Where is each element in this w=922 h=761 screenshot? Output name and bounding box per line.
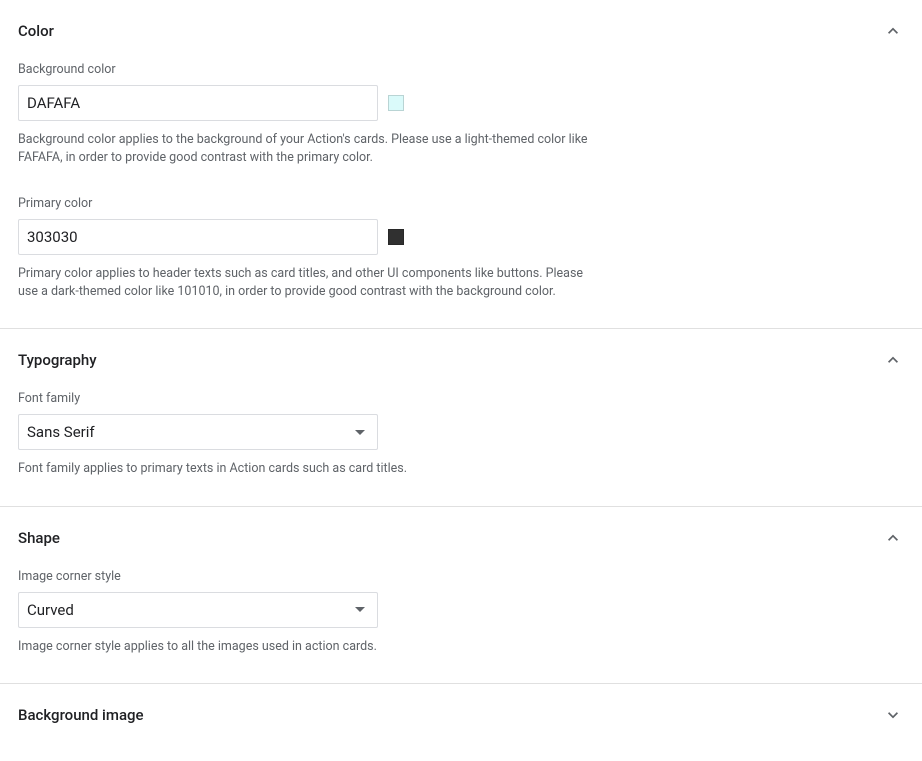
section-background-image: Background image xyxy=(0,684,922,744)
corner-style-value: Curved xyxy=(27,601,74,619)
helper-font-family: Font family applies to primary texts in … xyxy=(18,460,593,478)
helper-primary-color: Primary color applies to header texts su… xyxy=(18,265,593,300)
primary-color-input[interactable] xyxy=(18,219,378,255)
corner-style-select[interactable]: Curved xyxy=(18,592,378,628)
section-typography: Typography Font family Sans Serif Font f… xyxy=(0,329,922,507)
helper-background-color: Background color applies to the backgrou… xyxy=(18,131,593,166)
caret-down-icon xyxy=(355,430,365,435)
font-family-select[interactable]: Sans Serif xyxy=(18,414,378,450)
field-background-color: Background color Background color applie… xyxy=(18,62,904,166)
field-corner-style: Image corner style Curved Image corner s… xyxy=(18,569,904,656)
label-background-color: Background color xyxy=(18,62,904,77)
label-font-family: Font family xyxy=(18,391,904,406)
section-header-background-image[interactable]: Background image xyxy=(18,704,904,726)
label-corner-style: Image corner style xyxy=(18,569,904,584)
primary-color-swatch[interactable] xyxy=(388,229,404,245)
section-title-color: Color xyxy=(18,22,54,40)
section-header-typography[interactable]: Typography xyxy=(18,349,904,371)
field-primary-color: Primary color Primary color applies to h… xyxy=(18,196,904,300)
section-shape: Shape Image corner style Curved Image co… xyxy=(0,507,922,685)
section-color: Color Background color Background color … xyxy=(0,0,922,329)
chevron-down-icon xyxy=(882,704,904,726)
section-title-background-image: Background image xyxy=(18,706,144,724)
field-font-family: Font family Sans Serif Font family appli… xyxy=(18,391,904,478)
caret-down-icon xyxy=(355,607,365,612)
label-primary-color: Primary color xyxy=(18,196,904,211)
section-title-shape: Shape xyxy=(18,529,60,547)
font-family-value: Sans Serif xyxy=(27,423,95,441)
section-header-color[interactable]: Color xyxy=(18,20,904,42)
section-header-shape[interactable]: Shape xyxy=(18,527,904,549)
helper-corner-style: Image corner style applies to all the im… xyxy=(18,638,593,656)
chevron-up-icon xyxy=(882,527,904,549)
background-color-swatch[interactable] xyxy=(388,95,404,111)
background-color-input[interactable] xyxy=(18,85,378,121)
chevron-up-icon xyxy=(882,349,904,371)
chevron-up-icon xyxy=(882,20,904,42)
section-title-typography: Typography xyxy=(18,351,97,369)
